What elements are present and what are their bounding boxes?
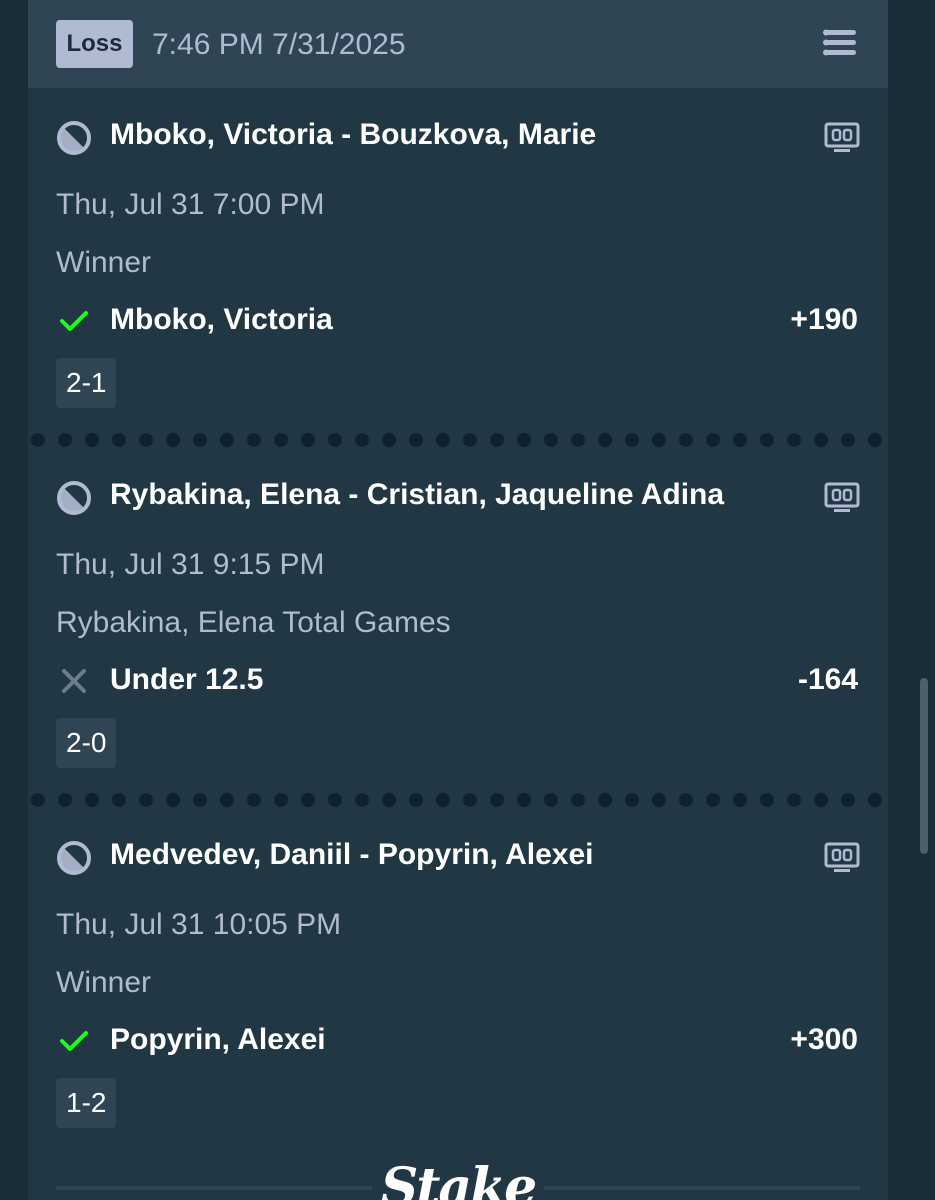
leg-divider [31,433,882,447]
event-name[interactable]: Mboko, Victoria - Bouzkova, Marie [110,118,596,152]
tennis-ball-icon [56,120,92,156]
selection-odds: +300 [790,1023,858,1056]
score-badge: 2-0 [56,718,117,768]
score-badge: 2-1 [56,358,117,408]
market-name: Winner [56,246,152,279]
selection-name: Mboko, Victoria [110,303,333,336]
event-name[interactable]: Medvedev, Daniil - Popyrin, Alexei [110,838,593,872]
tennis-ball-icon [56,840,92,876]
footer-divider-left [56,1186,372,1190]
bet-card: Loss 7:46 PM 7/31/2025 Mboko, Victoria -… [28,0,888,1200]
live-stream-icon[interactable] [824,480,860,516]
bet-leg: Mboko, Victoria - Bouzkova, Marie Thu, J… [28,88,888,448]
check-icon [58,305,90,337]
bet-leg: Medvedev, Daniil - Popyrin, Alexei Thu, … [28,808,888,1168]
scrollbar-track [918,0,928,1200]
footer-divider-right [544,1186,860,1190]
selection-name: Under 12.5 [110,663,264,696]
live-stream-icon[interactable] [824,840,860,876]
menu-button[interactable] [820,28,860,60]
event-date: Thu, Jul 31 9:15 PM [56,548,325,581]
event-date: Thu, Jul 31 7:00 PM [56,188,325,221]
stake-logo: Stake [380,1157,537,1200]
menu-icon [823,29,856,56]
market-name: Winner [56,966,152,999]
cross-icon [58,665,90,697]
selection-odds: -164 [797,663,858,696]
leg-divider [31,793,882,807]
market-name: Rybakina, Elena Total Games [56,606,451,639]
event-date: Thu, Jul 31 10:05 PM [56,908,342,941]
bet-timestamp: 7:46 PM 7/31/2025 [152,28,406,61]
selection-name: Popyrin, Alexei [110,1023,326,1056]
bet-leg: Rybakina, Elena - Cristian, Jaqueline Ad… [28,448,888,808]
tennis-ball-icon [56,480,92,516]
check-icon [58,1025,90,1057]
status-badge: Loss [56,20,133,68]
bet-header: Loss 7:46 PM 7/31/2025 [28,0,888,88]
scrollbar-thumb[interactable] [920,678,928,854]
score-badge: 1-2 [56,1078,117,1128]
selection-odds: +190 [790,303,858,336]
event-name[interactable]: Rybakina, Elena - Cristian, Jaqueline Ad… [110,478,724,512]
live-stream-icon[interactable] [824,120,860,156]
bet-slip-page: Loss 7:46 PM 7/31/2025 Mboko, Victoria -… [0,0,935,1200]
